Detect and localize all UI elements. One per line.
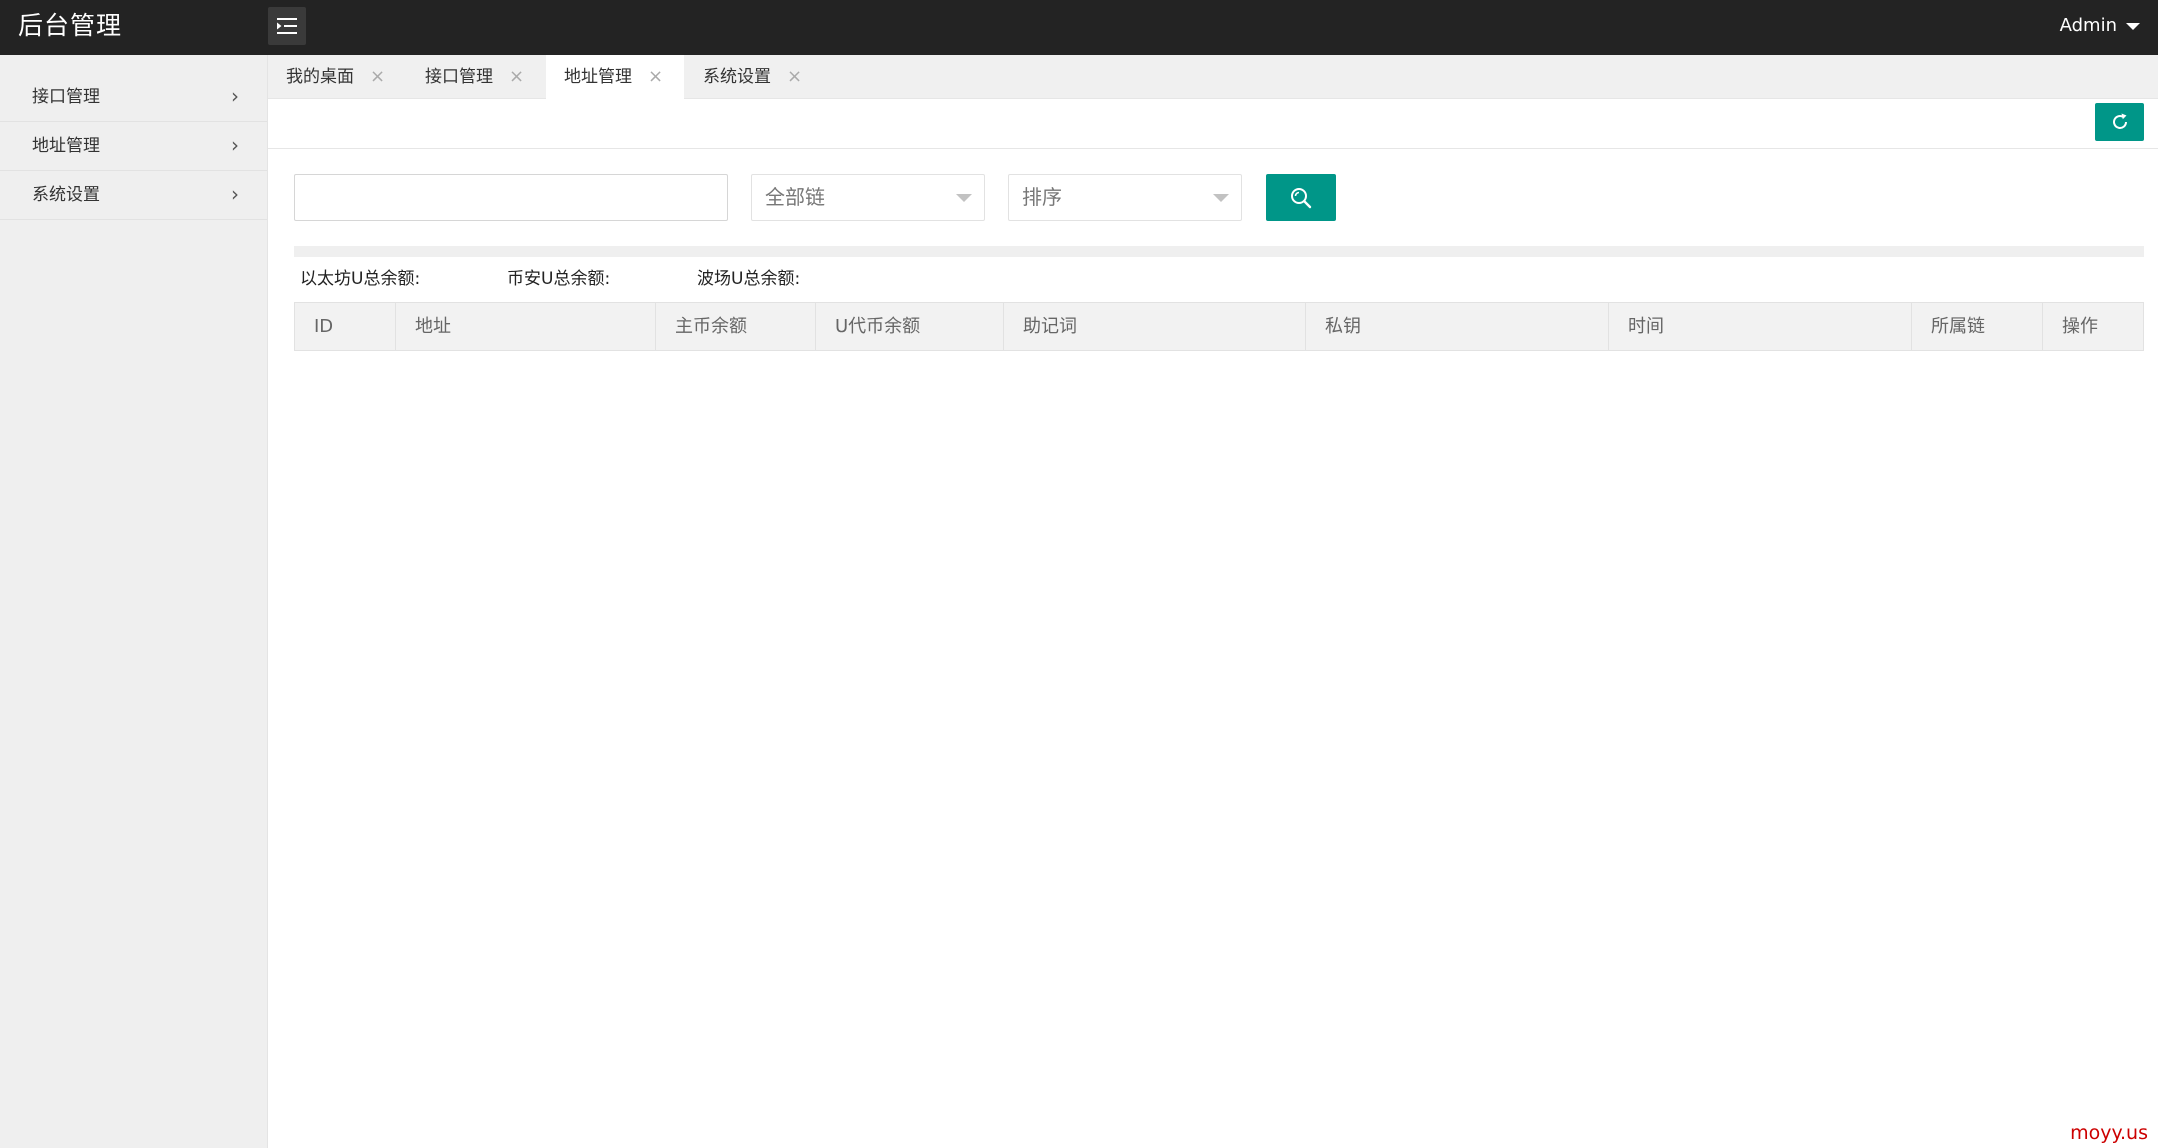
chevron-down-icon	[1213, 194, 1229, 202]
user-menu[interactable]: Admin	[2060, 0, 2140, 52]
bsc-total: 币安U总余额:	[507, 269, 611, 289]
column-header[interactable]: 主币余额	[656, 303, 816, 350]
user-name: Admin	[2059, 15, 2117, 36]
sidebar-item-api[interactable]: 接口管理 ›	[0, 73, 267, 122]
chevron-right-icon: ›	[231, 84, 239, 108]
column-header[interactable]: 地址	[396, 303, 656, 350]
refresh-button[interactable]	[2095, 103, 2144, 141]
chevron-down-icon	[956, 194, 972, 202]
column-header[interactable]: 私钥	[1306, 303, 1609, 350]
search-input[interactable]	[294, 174, 728, 221]
tab-label: 系统设置	[703, 67, 771, 87]
tab-label: 地址管理	[564, 67, 632, 87]
chain-select[interactable]: 全部链	[751, 174, 985, 221]
sort-select[interactable]: 排序	[1008, 174, 1242, 221]
close-icon[interactable]: ×	[787, 55, 802, 99]
sort-select-value: 排序	[1022, 185, 1062, 209]
indent-menu-icon	[277, 18, 297, 34]
column-header[interactable]: U代币余额	[816, 303, 1004, 350]
tab-settings[interactable]: 系统设置 ×	[685, 55, 823, 99]
sidebar-item-label: 地址管理	[32, 136, 100, 156]
sidebar-item-label: 系统设置	[32, 185, 100, 205]
close-icon[interactable]: ×	[648, 55, 663, 99]
close-icon[interactable]: ×	[509, 55, 524, 99]
watermark-text: moyy.us	[2070, 1122, 2148, 1144]
page-toolbar	[268, 99, 2158, 149]
chevron-right-icon: ›	[231, 182, 239, 206]
tab-desktop[interactable]: 我的桌面 ×	[268, 55, 406, 99]
tab-address[interactable]: 地址管理 ×	[546, 55, 684, 100]
caret-down-icon	[2126, 22, 2140, 30]
eth-total: 以太坊U总余额:	[300, 269, 421, 289]
tab-api[interactable]: 接口管理 ×	[407, 55, 545, 99]
tab-label: 接口管理	[425, 67, 493, 87]
sidebar-item-address[interactable]: 地址管理 ›	[0, 122, 267, 171]
close-icon[interactable]: ×	[370, 55, 385, 99]
chain-select-value: 全部链	[765, 185, 825, 209]
sidebar-item-settings[interactable]: 系统设置 ›	[0, 171, 267, 220]
tab-label: 我的桌面	[286, 67, 354, 87]
column-header[interactable]: ID	[295, 303, 396, 350]
sidebar: 接口管理 › 地址管理 › 系统设置 ›	[0, 55, 268, 1148]
tab-bar: 我的桌面 × 接口管理 × 地址管理 × 系统设置 ×	[268, 55, 2158, 100]
sidebar-toggle-button[interactable]	[268, 7, 306, 45]
column-header[interactable]: 所属链	[1912, 303, 2043, 350]
app-title: 后台管理	[18, 11, 123, 40]
tron-total: 波场U总余额:	[697, 269, 801, 289]
column-header[interactable]: 时间	[1609, 303, 1912, 350]
top-header: 后台管理 Admin	[0, 0, 2158, 55]
refresh-icon	[2112, 113, 2127, 129]
chevron-right-icon: ›	[231, 133, 239, 157]
search-icon	[1291, 187, 1312, 208]
column-header[interactable]: 助记词	[1004, 303, 1306, 350]
sidebar-item-label: 接口管理	[32, 87, 100, 107]
column-header[interactable]: 操作	[2043, 303, 2143, 350]
search-button[interactable]	[1266, 174, 1336, 221]
divider-strip	[294, 246, 2144, 257]
address-table: ID 地址 主币余额 U代币余额 助记词 私钥 时间 所属链 操作	[294, 302, 2144, 351]
